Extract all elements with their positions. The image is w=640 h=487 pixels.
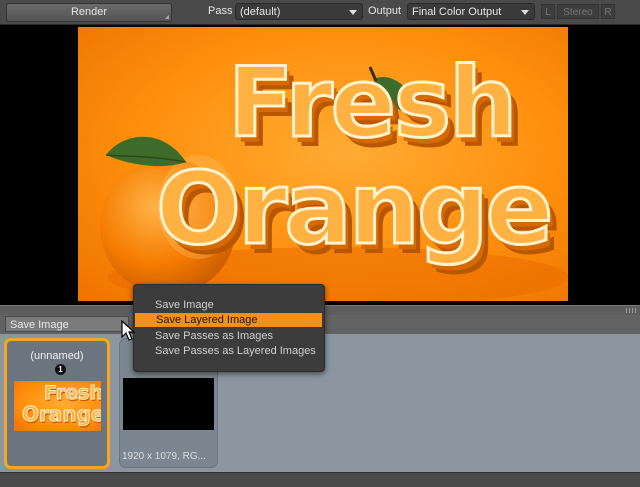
pass-dropdown[interactable]: (default)	[235, 3, 363, 20]
menu-item-save-passes-as-layered-images[interactable]: Save Passes as Layered Images	[134, 344, 324, 358]
save-image-dropdown[interactable]: Save Image	[5, 316, 129, 332]
left-eye-toggle[interactable]: L	[541, 4, 555, 19]
chevron-down-icon	[521, 10, 529, 15]
thumbnail-word-orange: Orange	[21, 402, 101, 426]
save-image-dropdown-value: Save Image	[10, 319, 69, 331]
thumbnail-name: (unnamed)	[30, 350, 84, 362]
status-bar	[0, 472, 640, 487]
thumbnail-word-fresh: Fresh	[44, 382, 101, 404]
thumbnail-info: 1920 x 1079, RG...	[122, 451, 206, 462]
right-eye-toggle[interactable]: R	[601, 4, 615, 19]
chevron-down-icon	[349, 10, 357, 15]
menu-item-save-passes-as-images[interactable]: Save Passes as Images	[134, 329, 324, 343]
mouse-cursor-icon	[121, 320, 136, 341]
menu-item-save-image[interactable]: Save Image	[134, 298, 324, 312]
thumbnail-preview-black	[123, 378, 214, 430]
render-button[interactable]: Render	[6, 3, 172, 22]
save-context-menu: Save Image Save Layered Image Save Passe…	[133, 284, 325, 372]
render-thumbnail-selected[interactable]: (unnamed) 1 Fresh Orange	[4, 338, 110, 469]
stereo-toggle[interactable]: Stereo	[557, 4, 599, 19]
output-label: Output	[368, 5, 402, 17]
grip-icon	[626, 308, 636, 313]
render-toolbar: Render Pass (default) Output Final Color…	[0, 0, 640, 25]
rendered-image: Fresh Orange	[78, 27, 568, 301]
render-viewer[interactable]: Fresh Orange	[0, 25, 640, 305]
output-dropdown-value: Final Color Output	[412, 6, 502, 18]
thumbnail-preview: Fresh Orange	[14, 381, 101, 431]
artwork-word-fresh: Fresh	[226, 47, 518, 159]
output-dropdown[interactable]: Final Color Output	[407, 3, 535, 20]
artwork-word-orange: Orange	[154, 150, 554, 267]
menu-item-save-layered-image[interactable]: Save Layered Image	[135, 313, 322, 327]
pass-label: Pass	[208, 5, 233, 17]
pass-dropdown-value: (default)	[240, 6, 281, 18]
thumbnail-badge: 1	[55, 364, 66, 375]
corner-triangle-icon	[165, 15, 169, 19]
render-button-label: Render	[70, 6, 108, 18]
